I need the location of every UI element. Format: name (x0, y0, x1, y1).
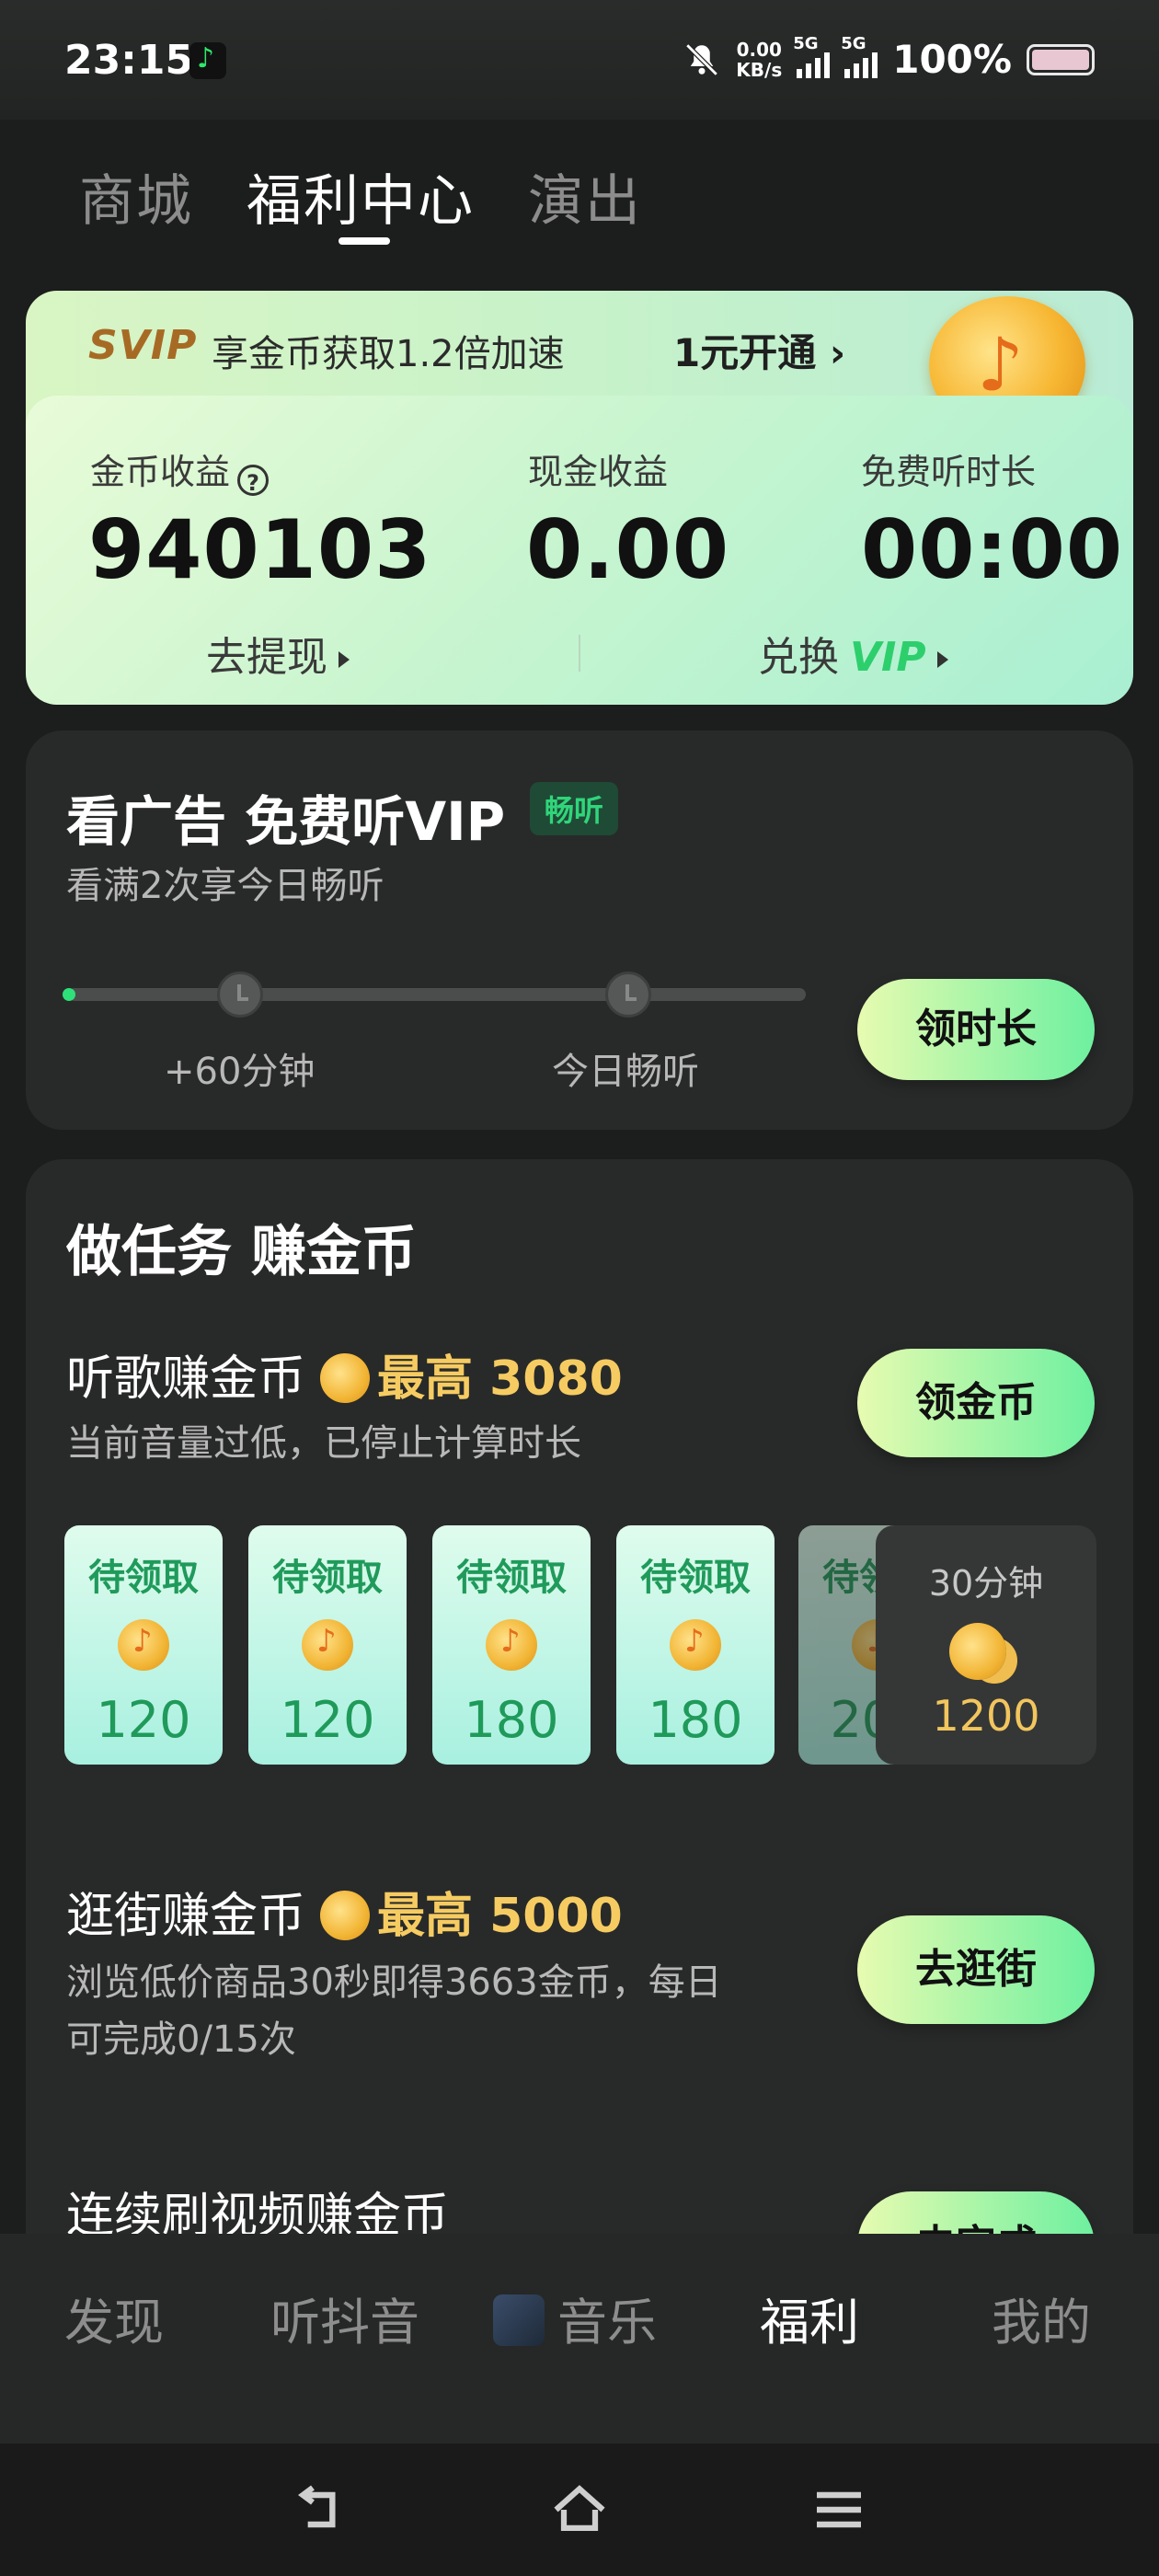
coin-icon (118, 1619, 169, 1671)
tab-mall[interactable]: 商城 (79, 156, 193, 236)
ad-card-subtitle: 看满2次享今日畅听 (66, 865, 384, 907)
coin-icon (302, 1619, 353, 1671)
shop-task-subtitle-line2: 可完成0/15次 (66, 2018, 296, 2061)
withdraw-link[interactable]: 去提现 (206, 624, 350, 683)
clock-icon (217, 972, 263, 1018)
exchange-vip-link[interactable]: 兑换 VIP (758, 624, 948, 683)
big-reward-amount: 1200 (932, 1691, 1040, 1741)
signal-1-icon: 5G (793, 34, 831, 78)
music-thumbnail-icon (493, 2294, 545, 2347)
exchange-label: 兑换 (758, 634, 839, 681)
earnings-divider (579, 635, 580, 672)
nav-welfare[interactable]: 福利 (760, 2282, 859, 2354)
svip-promo-text: 享金币获取1.2倍加速 (212, 333, 565, 375)
progress-start-dot (63, 988, 75, 1001)
coin-icon (320, 1353, 371, 1403)
coin-earnings-label-row: 金币收益? (90, 443, 270, 496)
coin-icon (670, 1619, 721, 1671)
listen-task-subtitle: 当前音量过低，已停止计算时长 (66, 1422, 581, 1465)
music-app-icon (189, 42, 226, 79)
reward-amount: 180 (648, 1691, 743, 1749)
vip-label: VIP (850, 634, 926, 681)
back-icon[interactable] (291, 2480, 350, 2539)
battery-percent: 100% (892, 37, 1012, 82)
claim-coins-button[interactable]: 领金币 (857, 1349, 1095, 1457)
svip-logo: SVIP (88, 322, 198, 369)
signal-1-label: 5G (793, 33, 819, 53)
clock-icon (605, 972, 651, 1018)
listen-task-title-row: 听歌赚金币 最高 3080 (66, 1340, 623, 1409)
nav-music-label: 音乐 (557, 2294, 657, 2352)
reward-status: 待领取 (456, 1557, 567, 1599)
nav-listen-douyin[interactable]: 听抖音 (270, 2282, 419, 2354)
progress-track (68, 988, 806, 1001)
help-icon[interactable]: ? (237, 464, 270, 496)
coin-icon (486, 1619, 537, 1671)
status-time: 23:15 (64, 37, 194, 84)
active-tab-indicator (339, 237, 390, 245)
shop-task-max: 最高 5000 (377, 1889, 623, 1944)
signal-2-icon: 5G (841, 34, 878, 78)
reward-tile[interactable]: 待领取 180 (616, 1525, 775, 1765)
shop-task-title-row: 逛街赚金币 最高 5000 (66, 1877, 623, 1946)
shop-task-title: 逛街赚金币 (66, 1889, 306, 1944)
listen-task-title: 听歌赚金币 (66, 1351, 306, 1407)
claim-time-button[interactable]: 领时长 (857, 979, 1095, 1080)
home-icon[interactable] (548, 2478, 611, 2541)
network-speed-unit: KB/s (736, 58, 783, 81)
nav-me[interactable]: 我的 (992, 2282, 1091, 2354)
tasks-heading: 做任务 赚金币 (66, 1220, 417, 1284)
tab-welfare-center[interactable]: 福利中心 (247, 156, 475, 236)
reward-status: 待领取 (88, 1557, 199, 1599)
withdraw-label: 去提现 (206, 634, 327, 681)
triangle-right-icon (936, 651, 948, 668)
reward-amount: 180 (464, 1691, 559, 1749)
network-speed: 0.00 KB/s (736, 40, 782, 80)
coin-icon (320, 1891, 371, 1940)
free-listen-time-value: 00:00 (861, 502, 1124, 597)
listen-task-max: 最高 3080 (377, 1351, 623, 1407)
big-reward-tile[interactable]: 30分钟 1200 (876, 1525, 1096, 1765)
reward-tile[interactable]: 待领取 120 (248, 1525, 407, 1765)
ad-card-title: 看广告 免费听VIP (66, 790, 506, 853)
cash-earnings-label: 现金收益 (528, 452, 669, 492)
status-indicators: 0.00 KB/s 5G 5G 100% (683, 34, 1095, 82)
shop-task-subtitle-line1: 浏览低价商品30秒即得3663金币，每日 (66, 1961, 722, 2004)
free-listen-time-label: 免费听时长 (861, 452, 1037, 492)
coin-earnings-value: 940103 (88, 502, 432, 597)
svip-open-link[interactable]: 1元开通 › (673, 322, 845, 378)
coin-stack-icon (949, 1623, 1006, 1680)
reward-tile[interactable]: 待领取 180 (432, 1525, 591, 1765)
tab-shows[interactable]: 演出 (528, 156, 642, 236)
network-speed-value: 0.00 (736, 38, 782, 61)
big-reward-time: 30分钟 (928, 1563, 1044, 1604)
free-listen-badge: 畅听 (530, 782, 619, 835)
milestone-1-label: +60分钟 (164, 1051, 316, 1093)
cash-earnings-value: 0.00 (526, 502, 730, 597)
mute-bell-icon (685, 42, 718, 76)
triangle-right-icon (339, 651, 350, 668)
reward-status: 待领取 (272, 1557, 383, 1599)
milestone-2-label: 今日畅听 (552, 1051, 699, 1093)
reward-status: 待领取 (640, 1557, 751, 1599)
nav-music[interactable]: 音乐 (493, 2282, 657, 2354)
top-tabs: 商城 福利中心 演出 (79, 156, 642, 236)
reward-amount: 120 (280, 1691, 375, 1749)
coin-earnings-label: 金币收益 (90, 452, 231, 492)
nav-discover[interactable]: 发现 (64, 2282, 164, 2354)
reward-amount: 120 (96, 1691, 191, 1749)
menu-icon[interactable] (809, 2480, 868, 2539)
signal-2-label: 5G (841, 33, 866, 53)
battery-icon (1027, 43, 1095, 75)
reward-tile[interactable]: 待领取 120 (64, 1525, 223, 1765)
go-shopping-button[interactable]: 去逛街 (857, 1915, 1095, 2024)
